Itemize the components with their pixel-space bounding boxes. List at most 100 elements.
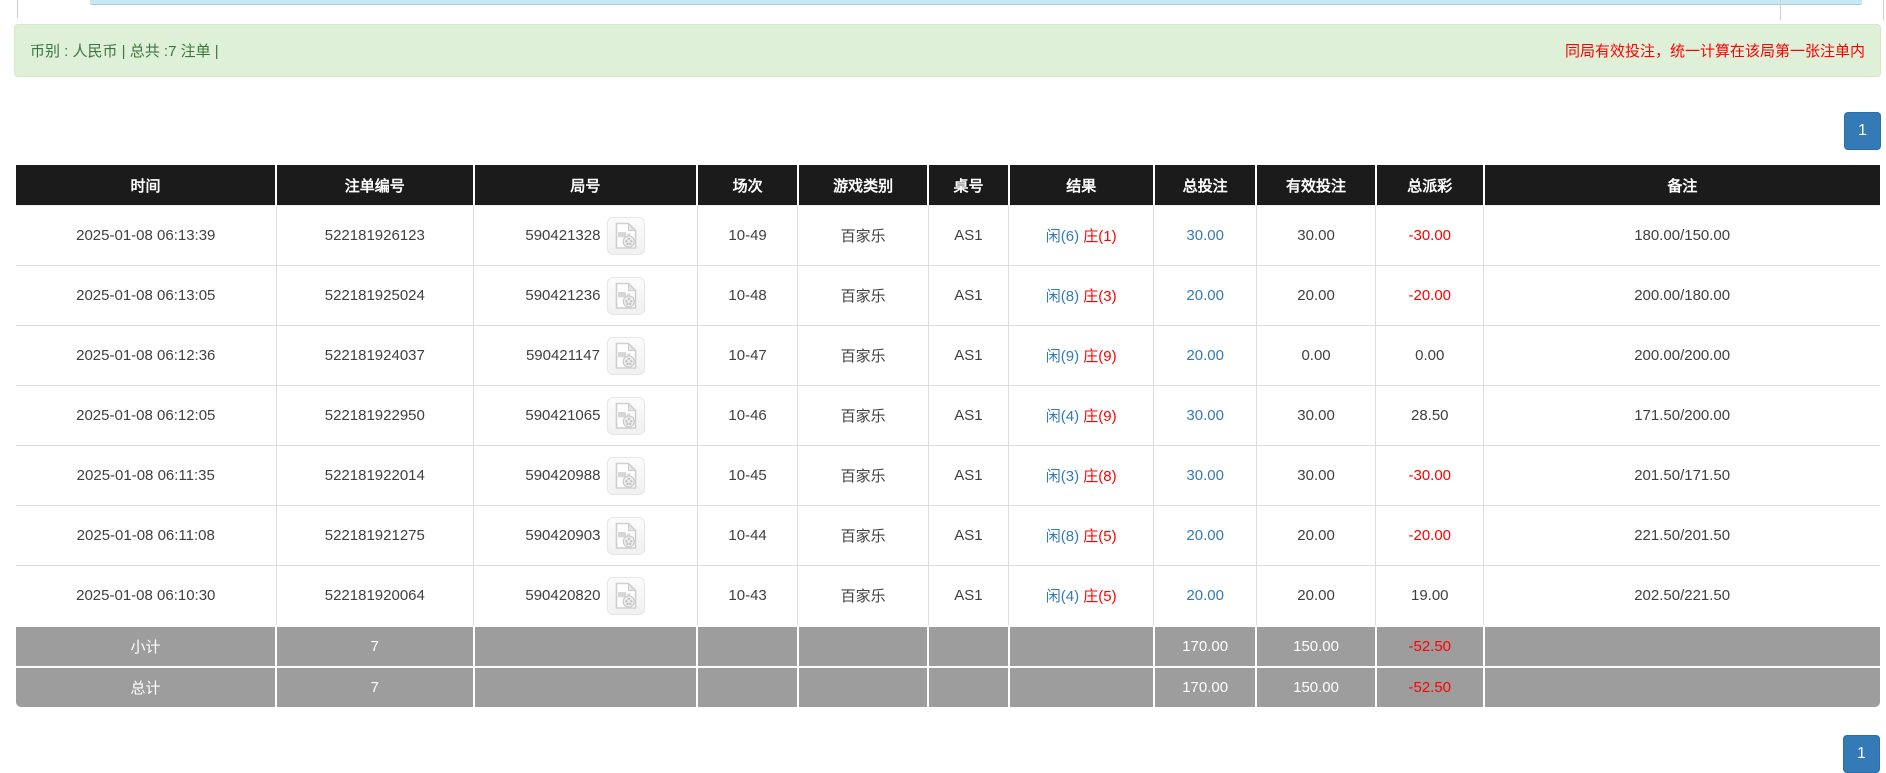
total-bet-link[interactable]: 30.00 — [1186, 467, 1224, 484]
cell-valid-bet: 20.00 — [1256, 506, 1375, 566]
table-row: 2025-01-08 06:11:08 522181921275 5904209… — [16, 506, 1880, 566]
cell-result: 闲(4) 庄(5) — [1009, 566, 1154, 627]
video-replay-button[interactable] — [607, 337, 645, 375]
subtotal-count: 7 — [276, 626, 474, 667]
result-player: 闲(4) — [1046, 588, 1079, 605]
cell-payout: 0.00 — [1376, 326, 1484, 386]
cell-round: 590420820 — [474, 566, 698, 627]
cell-payout: -20.00 — [1376, 266, 1484, 326]
column-header-1: 注单编号 — [276, 165, 474, 206]
video-replay-button[interactable] — [607, 577, 645, 615]
cell-table-no: AS1 — [928, 386, 1008, 446]
valid-bet-rule-text: 同局有效投注，统一计算在该局第一张注单内 — [1565, 40, 1865, 61]
cell-remark: 221.50/201.50 — [1484, 506, 1880, 566]
result-banker: 庄(9) — [1083, 348, 1116, 365]
video-file-icon — [613, 402, 639, 430]
result-player: 闲(6) — [1046, 228, 1079, 245]
panel-right-border — [1883, 0, 1884, 20]
video-replay-button[interactable] — [607, 517, 645, 555]
total-bet-link[interactable]: 20.00 — [1186, 347, 1224, 364]
video-replay-button[interactable] — [607, 457, 645, 495]
video-file-icon — [613, 282, 639, 310]
total-row: 总计 7 170.00 150.00 -52.50 — [16, 667, 1880, 707]
cell-time: 2025-01-08 06:10:30 — [16, 566, 276, 627]
cell-remark: 202.50/221.50 — [1484, 566, 1880, 627]
cell-session: 10-47 — [697, 326, 798, 386]
cell-round: 590421065 — [474, 386, 698, 446]
cell-bet-id: 522181924037 — [276, 326, 474, 386]
result-player: 闲(4) — [1046, 408, 1079, 425]
cell-game-type: 百家乐 — [798, 386, 928, 446]
round-number: 590421147 — [526, 347, 600, 364]
table-summary: 小计 7 170.00 150.00 -52.50 总计 7 170.00 15… — [16, 626, 1880, 707]
cell-session: 10-44 — [697, 506, 798, 566]
column-header-5: 桌号 — [928, 165, 1008, 206]
column-header-2: 局号 — [474, 165, 698, 206]
table-body: 2025-01-08 06:13:39 522181926123 5904213… — [16, 206, 1880, 627]
round-number: 590421328 — [525, 227, 600, 244]
column-header-0: 时间 — [16, 165, 276, 206]
cell-total-bet: 30.00 — [1154, 446, 1257, 506]
cell-time: 2025-01-08 06:13:39 — [16, 206, 276, 266]
subtotal-payout: -52.50 — [1376, 626, 1484, 667]
bet-records-table: 时间注单编号局号场次游戏类别桌号结果总投注有效投注总派彩备注 2025-01-0… — [16, 165, 1880, 707]
video-replay-button[interactable] — [607, 217, 645, 255]
cell-total-bet: 20.00 — [1154, 506, 1257, 566]
cell-table-no: AS1 — [928, 566, 1008, 627]
cell-result: 闲(9) 庄(9) — [1009, 326, 1154, 386]
cell-time: 2025-01-08 06:12:05 — [16, 386, 276, 446]
cell-session: 10-49 — [697, 206, 798, 266]
total-bet-link[interactable]: 30.00 — [1186, 407, 1224, 424]
cell-valid-bet: 20.00 — [1256, 566, 1375, 627]
subtotal-total-bet: 170.00 — [1154, 626, 1257, 667]
result-player: 闲(8) — [1046, 528, 1079, 545]
round-number: 590421236 — [525, 287, 600, 304]
round-number: 590420820 — [525, 587, 600, 604]
round-number: 590420903 — [525, 527, 600, 544]
cell-valid-bet: 0.00 — [1256, 326, 1375, 386]
cell-result: 闲(8) 庄(5) — [1009, 506, 1154, 566]
table-row: 2025-01-08 06:13:05 522181925024 5904212… — [16, 266, 1880, 326]
total-bet-link[interactable]: 20.00 — [1186, 587, 1224, 604]
cell-time: 2025-01-08 06:13:05 — [16, 266, 276, 326]
cell-session: 10-46 — [697, 386, 798, 446]
cell-time: 2025-01-08 06:11:35 — [16, 446, 276, 506]
cell-round: 590421236 — [474, 266, 698, 326]
total-bet-link[interactable]: 20.00 — [1186, 527, 1224, 544]
cell-result: 闲(3) 庄(8) — [1009, 446, 1154, 506]
total-payout: -52.50 — [1376, 667, 1484, 707]
cell-table-no: AS1 — [928, 266, 1008, 326]
cell-game-type: 百家乐 — [798, 506, 928, 566]
video-replay-button[interactable] — [607, 397, 645, 435]
total-count: 7 — [276, 667, 474, 707]
total-bet-link[interactable]: 20.00 — [1186, 287, 1224, 304]
cell-remark: 200.00/180.00 — [1484, 266, 1880, 326]
summary-banner: 币别 : 人民币 | 总共 :7 注单 | 同局有效投注，统一计算在该局第一张注… — [14, 24, 1881, 77]
cell-total-bet: 30.00 — [1154, 386, 1257, 446]
result-banker: 庄(3) — [1083, 288, 1116, 305]
cell-bet-id: 522181920064 — [276, 566, 474, 627]
table-row: 2025-01-08 06:11:35 522181922014 5904209… — [16, 446, 1880, 506]
table-row: 2025-01-08 06:12:36 522181924037 5904211… — [16, 326, 1880, 386]
column-header-6: 结果 — [1009, 165, 1154, 206]
total-bet-link[interactable]: 30.00 — [1186, 227, 1224, 244]
result-banker: 庄(9) — [1083, 408, 1116, 425]
table-row: 2025-01-08 06:12:05 522181922950 5904210… — [16, 386, 1880, 446]
cell-payout: -20.00 — [1376, 506, 1484, 566]
cell-valid-bet: 30.00 — [1256, 446, 1375, 506]
cell-round: 590421328 — [474, 206, 698, 266]
cell-remark: 180.00/150.00 — [1484, 206, 1880, 266]
cell-game-type: 百家乐 — [798, 566, 928, 627]
pagination-page-1-top[interactable]: 1 — [1844, 112, 1881, 150]
cell-bet-id: 522181926123 — [276, 206, 474, 266]
cell-table-no: AS1 — [928, 446, 1008, 506]
result-banker: 庄(8) — [1083, 468, 1116, 485]
total-total-bet: 170.00 — [1154, 667, 1257, 707]
video-file-icon — [613, 222, 639, 250]
cell-bet-id: 522181925024 — [276, 266, 474, 326]
video-file-icon — [613, 342, 639, 370]
result-banker: 庄(1) — [1083, 228, 1116, 245]
column-header-7: 总投注 — [1154, 165, 1257, 206]
cell-total-bet: 20.00 — [1154, 326, 1257, 386]
video-replay-button[interactable] — [607, 277, 645, 315]
